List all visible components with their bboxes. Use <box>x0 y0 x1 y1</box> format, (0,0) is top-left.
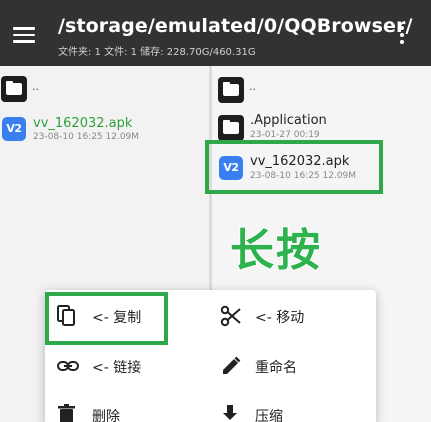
long-press-annotation: 长按 <box>229 224 322 277</box>
folder-icon <box>218 77 244 103</box>
rename-label: 重命名 <box>255 360 297 376</box>
list-item-parent-dir[interactable]: .. <box>0 74 209 114</box>
apk-app-icon: V2 <box>2 117 26 141</box>
link-menu-item[interactable]: <- 链接 <box>57 345 207 385</box>
scissors-icon <box>220 305 241 327</box>
selected-file-highlight <box>205 140 383 194</box>
parent-dir-label: .. <box>249 80 256 93</box>
storage-summary: 文件夹: 1 文件: 1 储存: 228.70G/460.31G <box>58 47 256 58</box>
hamburger-menu-icon[interactable] <box>13 27 35 43</box>
folder-icon <box>218 115 244 141</box>
pencil-icon <box>223 356 241 374</box>
move-menu-item[interactable]: <- 移动 <box>220 295 370 335</box>
list-item-parent-dir[interactable]: .. <box>212 74 431 114</box>
compress-menu-item[interactable]: 压缩 <box>220 394 370 422</box>
parent-dir-label: .. <box>32 80 39 93</box>
folder-icon <box>1 76 27 102</box>
compress-label: 压缩 <box>255 409 283 422</box>
more-options-icon[interactable] <box>397 26 407 46</box>
list-item-apk-file[interactable]: V2 vv_162032.apk 23-08-10 16:25 12.09M <box>0 114 209 154</box>
link-label: <- 链接 <box>92 360 142 376</box>
delete-label: 删除 <box>92 409 120 422</box>
copy-item-highlight <box>45 292 168 345</box>
folder-name: .Application <box>250 113 327 128</box>
folder-meta: 23-01-27 00:19 <box>250 130 320 140</box>
link-icon <box>57 361 79 371</box>
trash-icon <box>58 404 75 422</box>
move-label: <- 移动 <box>255 310 305 326</box>
rename-menu-item[interactable]: 重命名 <box>220 345 370 385</box>
download-icon <box>223 405 237 420</box>
current-path-title: /storage/emulated/0/QQBrowser/ <box>58 15 413 37</box>
app-bar: /storage/emulated/0/QQBrowser/ 文件夹: 1 文件… <box>0 0 431 66</box>
file-meta: 23-08-10 16:25 12.09M <box>33 132 140 142</box>
file-name: vv_162032.apk <box>33 116 133 131</box>
delete-menu-item[interactable]: 删除 <box>57 394 207 422</box>
